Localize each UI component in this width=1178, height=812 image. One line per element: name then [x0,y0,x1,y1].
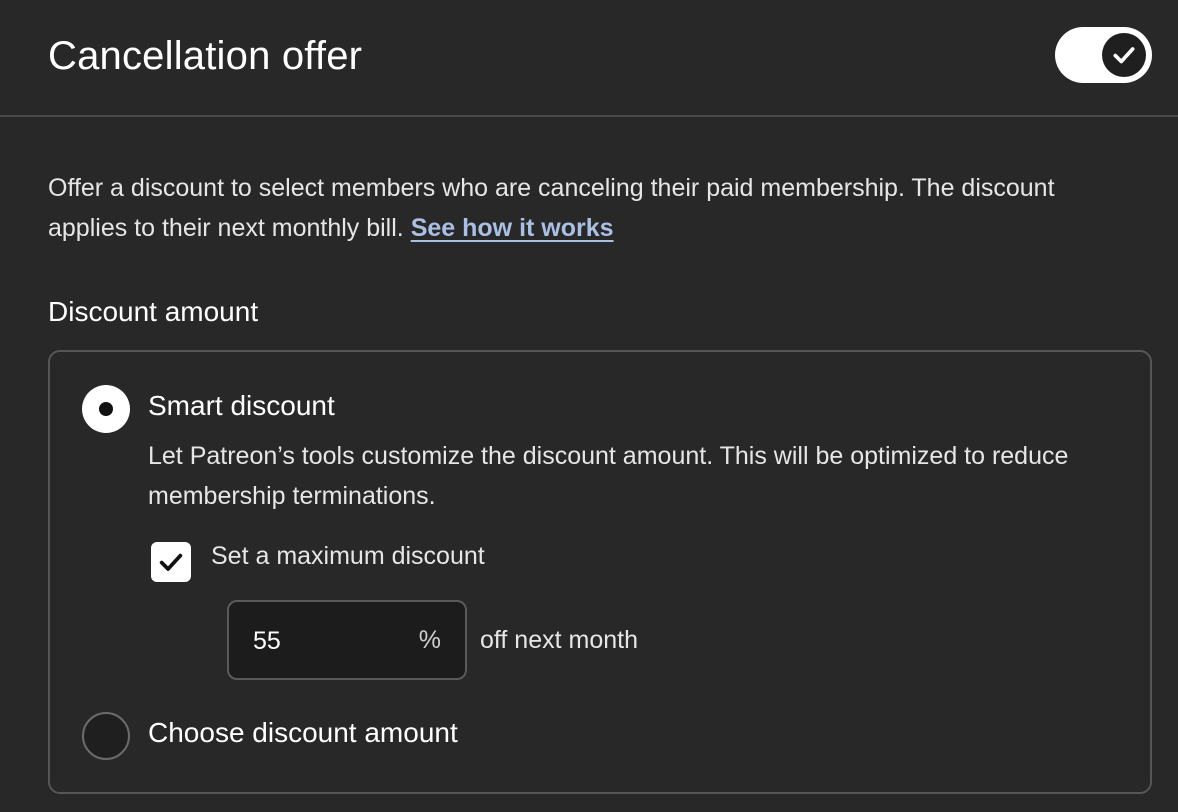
choose-discount-radio[interactable] [82,712,130,760]
panel-header: Cancellation offer [0,0,1178,117]
discount-amount-heading: Discount amount [48,296,259,327]
cancellation-offer-panel: Cancellation offer Offer a discount to s… [0,0,1178,812]
checkmark-icon [1113,47,1135,64]
max-discount-input[interactable] [253,624,403,658]
percent-suffix: % [418,626,441,654]
smart-discount-radio[interactable] [82,385,130,433]
max-discount-label[interactable]: Set a maximum discount [211,542,485,571]
panel-title: Cancellation offer [48,34,363,78]
off-next-month-text: off next month [480,626,638,654]
smart-discount-description: Let Patreon’s tools customize the discou… [148,442,1069,510]
cancellation-offer-toggle[interactable] [1055,27,1152,83]
max-discount-field: % [227,600,467,680]
choose-discount-label[interactable]: Choose discount amount [148,717,458,749]
discount-options-box: Smart discount Let Patreon’s tools custo… [48,350,1152,794]
offer-description: Offer a discount to select members who a… [48,168,1138,248]
max-discount-checkbox[interactable] [151,542,191,582]
see-how-it-works-link[interactable]: See how it works [411,214,614,242]
toggle-knob [1102,33,1146,77]
smart-discount-label[interactable]: Smart discount [148,390,335,422]
checkmark-icon [159,553,183,571]
